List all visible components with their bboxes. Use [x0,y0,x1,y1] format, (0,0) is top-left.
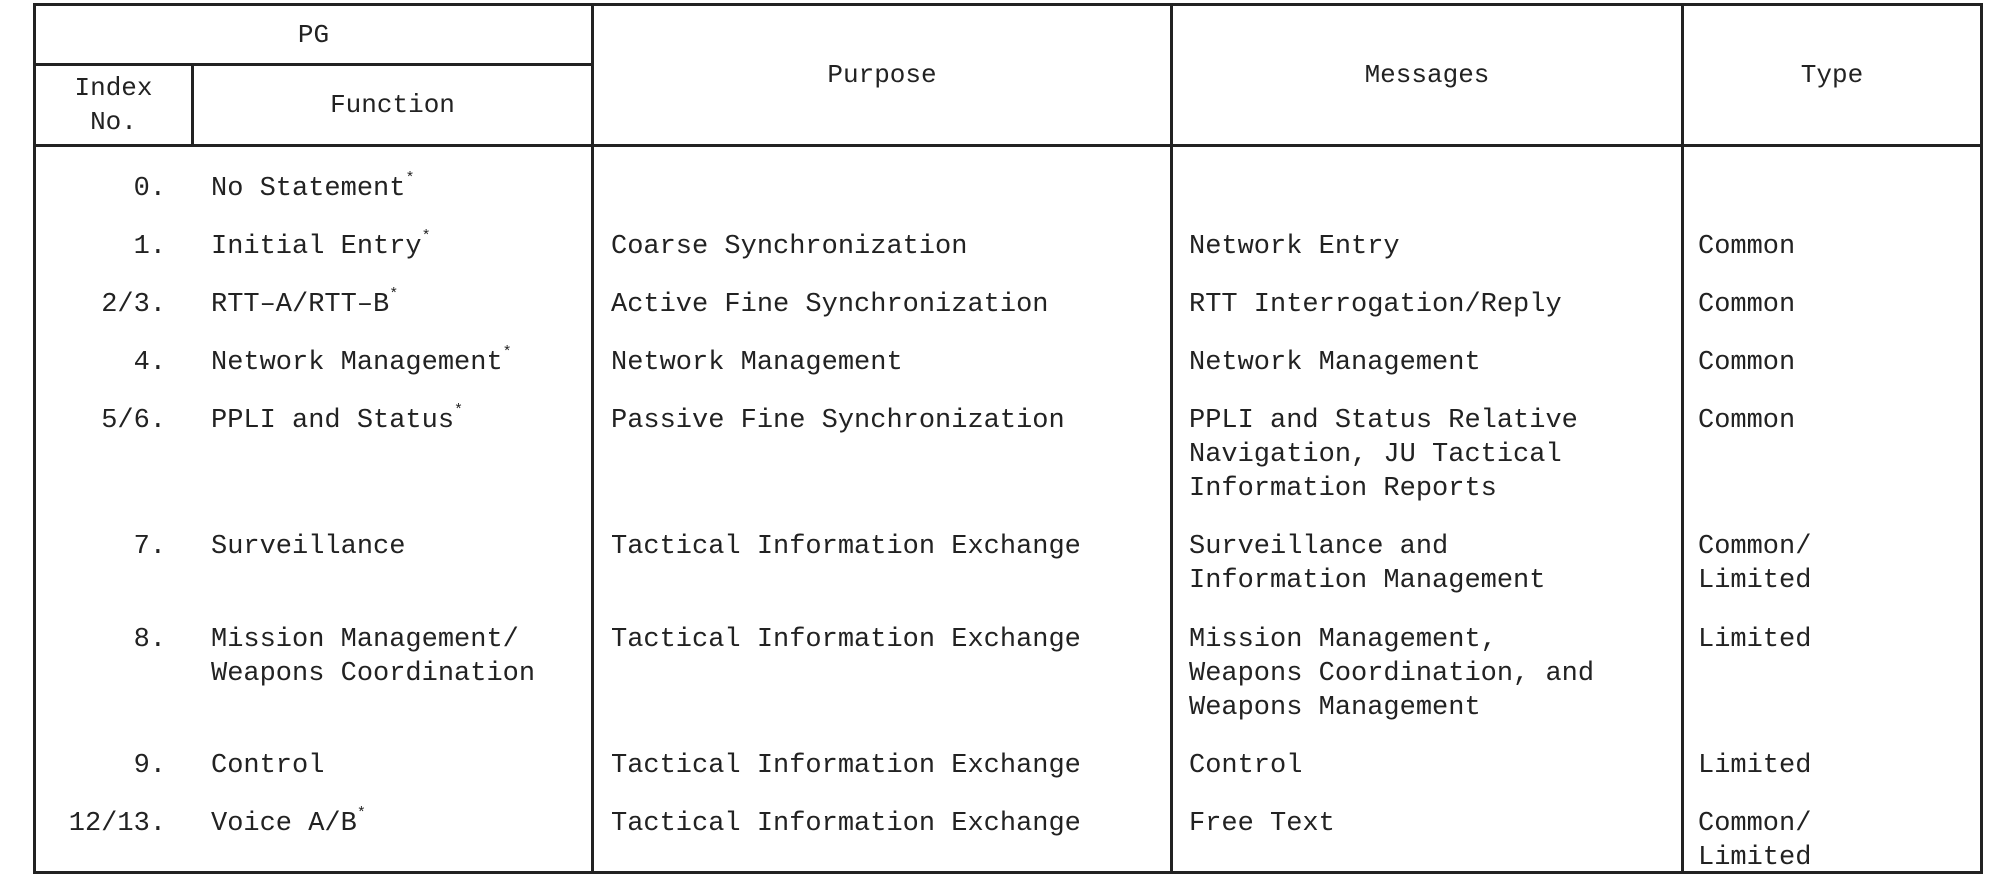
row-purpose: Network Management [611,348,903,378]
row-type: Common [1698,232,1796,262]
row-messages: RTT Interrogation/Reply [1189,290,1562,320]
footnote-asterisk: * [405,170,415,187]
footnote-asterisk: * [356,805,366,822]
row-messages: Free Text [1189,809,1335,839]
row-index: 5/6. [101,406,166,436]
footnote-asterisk: * [502,344,512,361]
row-messages: Network Entry [1189,232,1400,262]
row-purpose: Tactical Information Exchange [611,625,1081,655]
row-index: 9. [133,751,166,781]
header-pg: PG [297,19,330,50]
row-type: Common [1698,290,1796,320]
row-purpose: Coarse Synchronization [611,232,968,262]
footnote-asterisk: * [389,286,399,303]
rule-header-bottom [36,144,1980,147]
row-function: RTT–A/RTT–B* [211,286,591,322]
row-function: PPLI and Status* [211,402,591,438]
row-messages: PPLI and Status Relative Navigation, JU … [1189,406,1578,504]
row-purpose: Passive Fine Synchronization [611,406,1065,436]
row-function: No Statement* [211,170,591,206]
row-function-text: Initial Entry [211,232,422,262]
row-messages: Network Management [1189,348,1481,378]
row-type: Common [1698,406,1796,436]
row-function-text: Control [211,751,325,781]
footnote-asterisk: * [454,402,464,419]
row-function: Surveillance [211,530,591,564]
row-type: Common/ Limited [1698,532,1812,596]
row-messages: Mission Management, Weapons Coordination… [1189,625,1595,723]
row-index: 2/3. [101,290,166,320]
row-index: 0. [133,174,166,204]
row-index: 1. [133,232,166,262]
row-function-text: RTT–A/RTT–B [211,290,390,320]
row-type: Common [1698,348,1796,378]
row-function-text: Mission Management/ Weapons Coordination [211,625,536,689]
row-purpose: Tactical Information Exchange [611,532,1081,562]
row-function-text: Voice A/B [211,809,357,839]
row-function-text: No Statement [211,174,406,204]
header-index-no: Index No. [74,73,153,137]
row-function: Mission Management/ Weapons Coordination [211,623,591,691]
row-purpose: Tactical Information Exchange [611,809,1081,839]
header-function: Function [330,90,455,120]
row-function: Control [211,749,591,783]
row-index: 7. [133,532,166,562]
header-type: Type [1800,60,1864,90]
row-function-text: PPLI and Status [211,406,455,436]
header-messages: Messages [1364,60,1490,90]
row-messages: Surveillance and Information Management [1189,532,1546,596]
row-type: Limited [1698,625,1812,655]
row-index: 8. [133,625,166,655]
row-function: Network Management* [211,344,591,380]
row-function: Voice A/B* [211,805,591,841]
row-index: 12/13. [68,809,166,839]
header-purpose: Purpose [827,60,937,90]
row-purpose: Active Fine Synchronization [611,290,1049,320]
row-function: Initial Entry* [211,228,591,264]
footnote-asterisk: * [421,228,431,245]
row-messages: Control [1189,751,1303,781]
pg-table: PG Index No. Function Purpose Messages T… [33,3,1983,874]
row-type: Common/ Limited [1698,809,1812,873]
row-function-text: Surveillance [211,532,406,562]
row-type: Limited [1698,751,1812,781]
row-index: 4. [133,348,166,378]
row-purpose: Tactical Information Exchange [611,751,1081,781]
row-function-text: Network Management [211,348,503,378]
